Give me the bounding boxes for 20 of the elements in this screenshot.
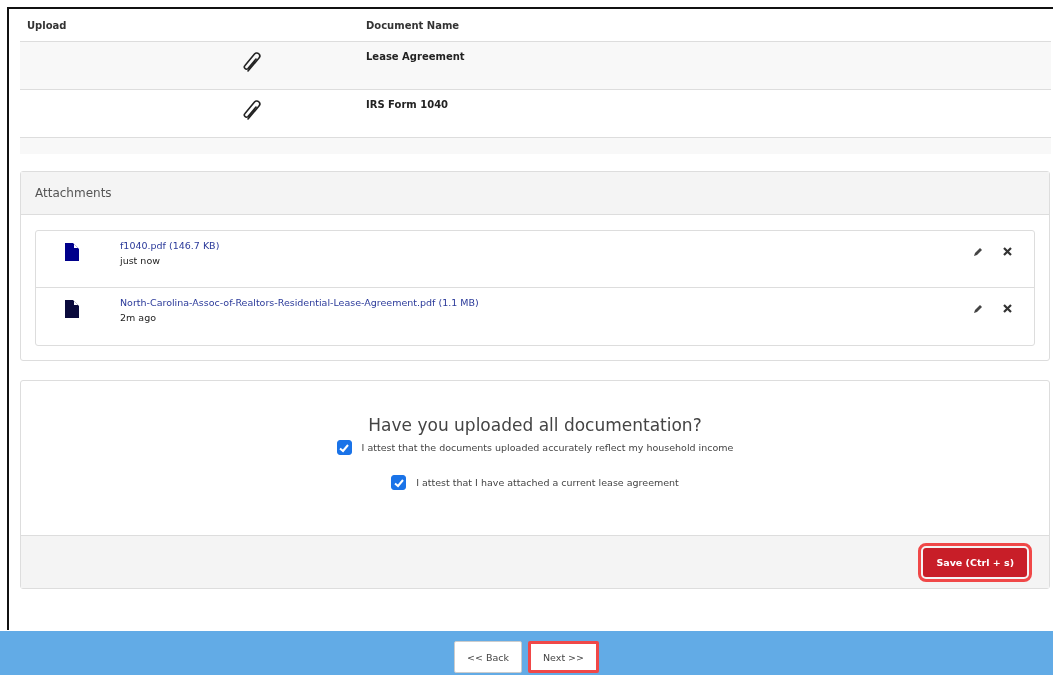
upload-time: 2m ago (120, 312, 157, 323)
checkbox-label: I attest that I have attached a current lease agreement (416, 477, 679, 488)
nav-button[interactable]: << Back (453, 641, 522, 673)
close-icon[interactable] (1003, 304, 1012, 313)
checkbox[interactable] (336, 440, 352, 455)
table-cell-text: Lease Agreement (366, 50, 465, 64)
column-header: Document Name (366, 19, 460, 31)
upload-time: just now (120, 255, 161, 266)
question-heading: Have you uploaded all documentation? (368, 415, 702, 435)
close-icon[interactable] (1003, 247, 1012, 256)
panel-title: Attachments (35, 186, 112, 200)
pencil-icon[interactable] (973, 304, 983, 314)
checkbox-label: I attest that the documents uploaded accurately reflect my household income (361, 442, 734, 453)
table-cell-text: IRS Form 1040 (366, 98, 449, 112)
column-header: Upload (26, 19, 68, 31)
pencil-icon[interactable] (973, 247, 983, 257)
file-link[interactable]: f1040.pdf (146.7 KB) (120, 240, 973, 251)
checkbox[interactable] (391, 475, 407, 490)
file-link[interactable]: North-Carolina-Assoc-of-Realtors-Residential-Lease-Agreement.pdf (1.1 MB) (120, 297, 973, 308)
nav-button[interactable]: Next >> (527, 641, 600, 673)
